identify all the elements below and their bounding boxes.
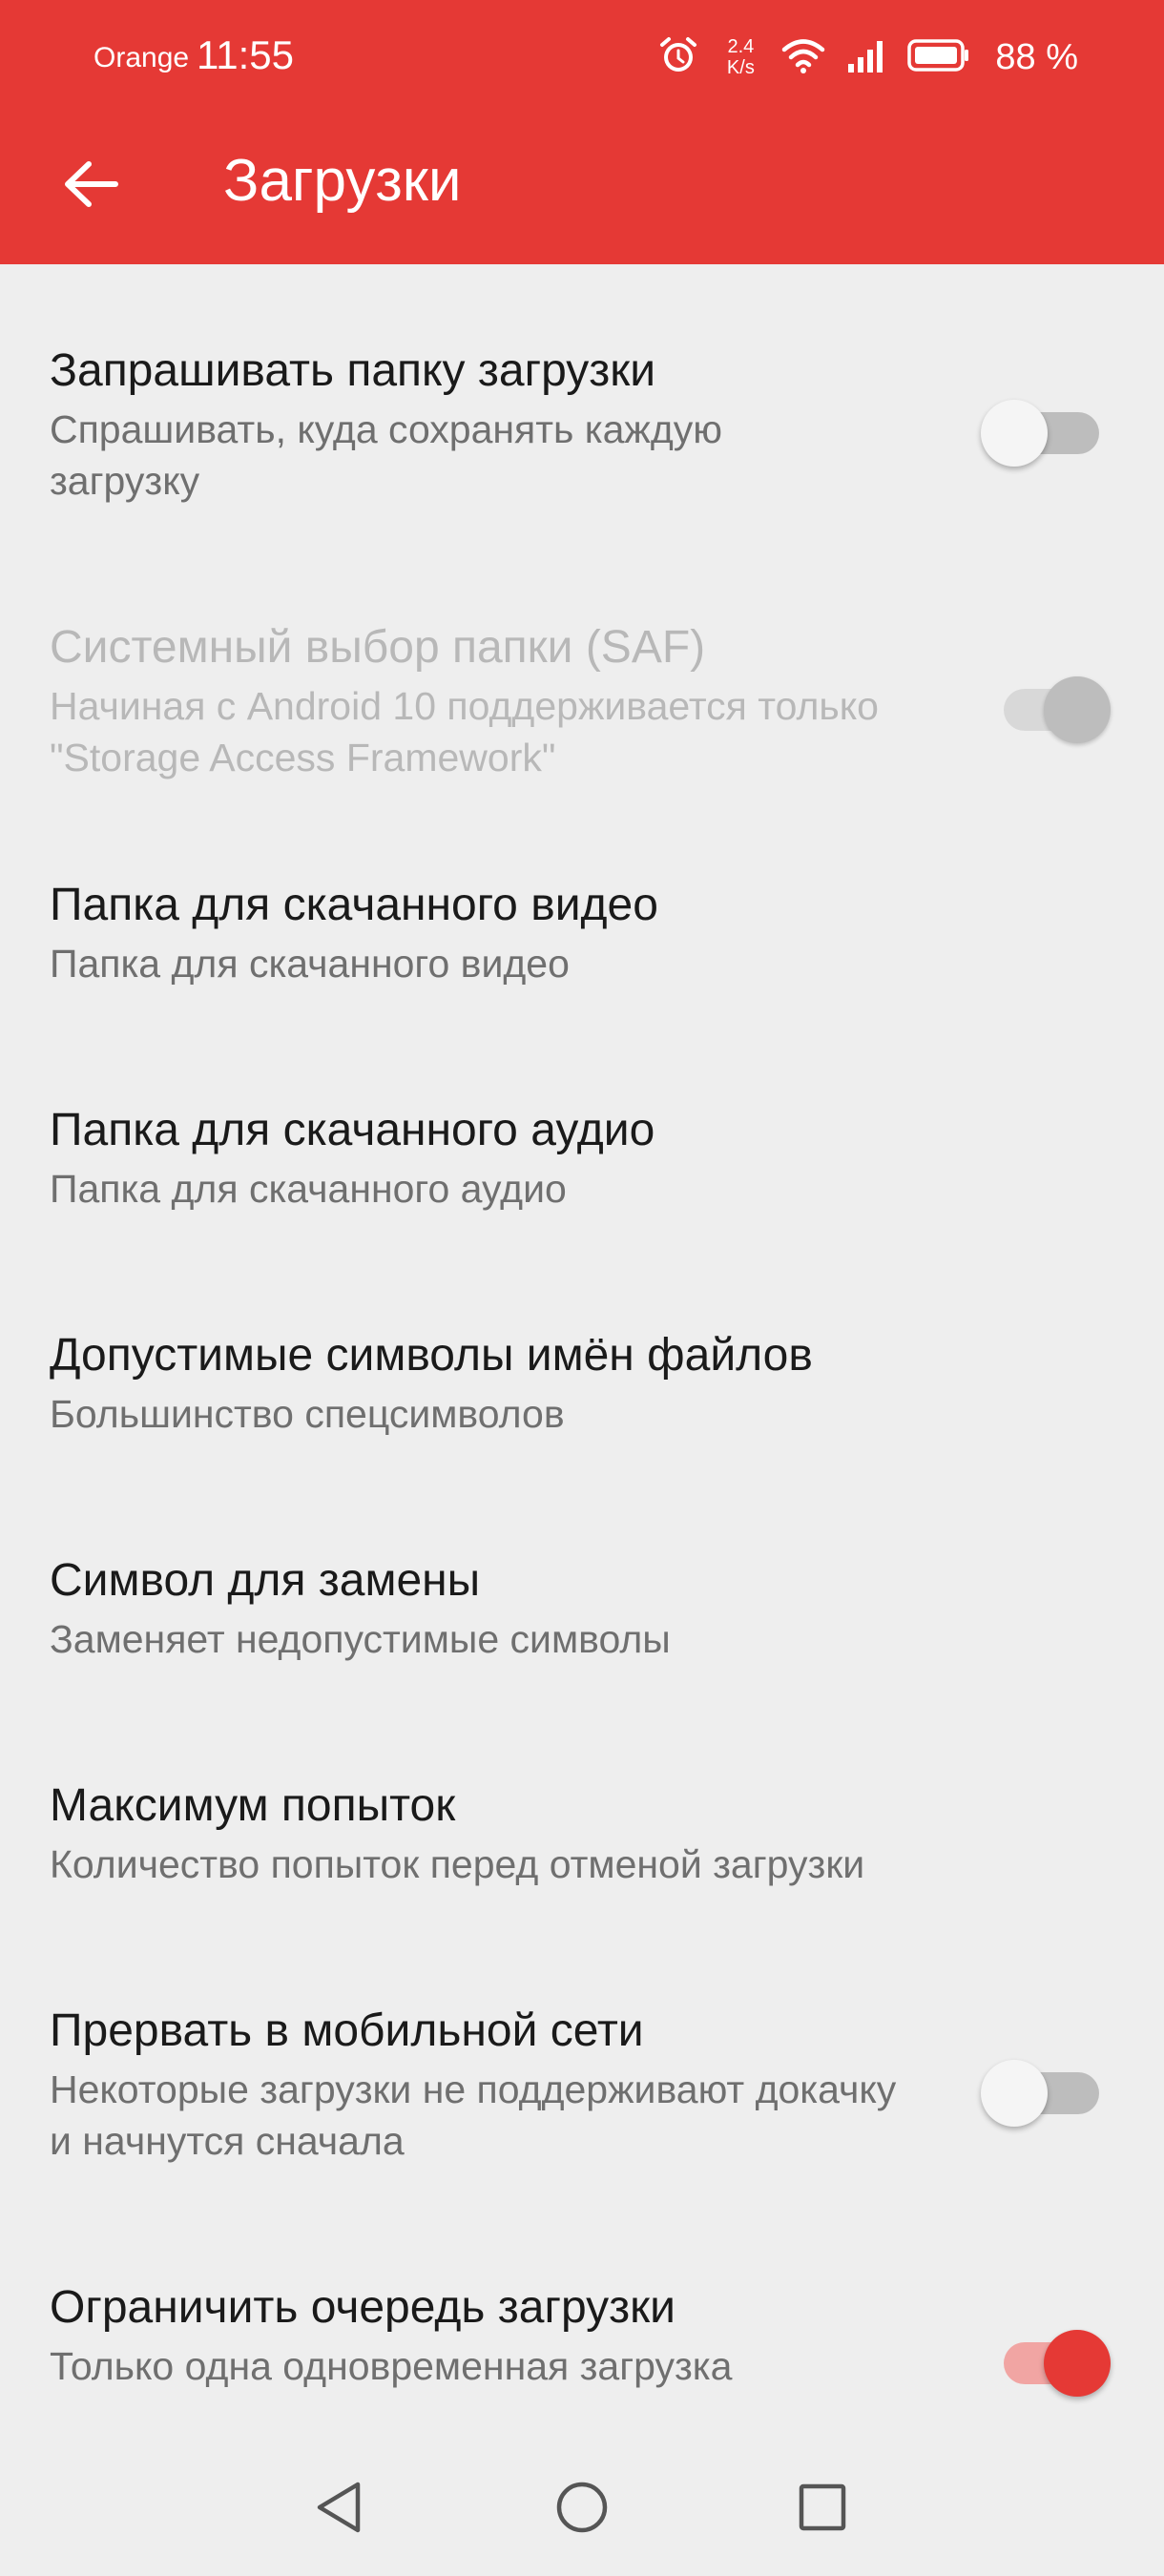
status-icons: 2.4 K/s 88 % bbox=[657, 29, 1078, 86]
back-button[interactable] bbox=[48, 143, 134, 229]
saf-switch bbox=[1002, 676, 1111, 743]
setting-ask-download-folder[interactable]: Запрашивать папку загрузки Спрашивать, к… bbox=[0, 312, 1164, 503]
signal-icon bbox=[846, 37, 886, 78]
setting-summary: Большинство спецсимволов bbox=[50, 1392, 565, 1436]
setting-audio-folder[interactable]: Папка для скачанного аудио Папка для ска… bbox=[0, 1091, 1164, 1281]
setting-summary: Некоторые загрузки не поддерживают докач… bbox=[50, 2067, 897, 2163]
setting-title: Запрашивать папку загрузки bbox=[50, 345, 656, 396]
setting-summary: Только одна одновременная загрузка bbox=[50, 2344, 733, 2388]
setting-summary: Начиная с Android 10 поддерживается толь… bbox=[50, 684, 879, 779]
setting-title: Допустимые символы имён файлов bbox=[50, 1330, 813, 1381]
nav-recents-button[interactable] bbox=[779, 2471, 865, 2547]
setting-title: Папка для скачанного видео bbox=[50, 880, 658, 930]
alarm-icon bbox=[657, 34, 699, 81]
battery-percent: 88 % bbox=[995, 36, 1078, 77]
app-bar: Загрузки bbox=[0, 114, 1164, 264]
setting-title: Прервать в мобильной сети bbox=[50, 2005, 644, 2056]
system-nav-bar bbox=[0, 2442, 1164, 2576]
setting-summary: Заменяет недопустимые символы bbox=[50, 1617, 671, 1661]
setting-limit-queue[interactable]: Ограничить очередь загрузки Только одна … bbox=[0, 2268, 1164, 2459]
nav-home-button[interactable] bbox=[539, 2471, 625, 2547]
page-title: Загрузки bbox=[223, 148, 462, 214]
switch-thumb bbox=[1044, 676, 1111, 743]
ask-folder-switch[interactable] bbox=[981, 400, 1107, 467]
switch-thumb bbox=[1044, 2330, 1111, 2397]
setting-summary: Папка для скачанного видео bbox=[50, 942, 570, 986]
status-bar: Orange 11:55 2.4 K/s 88 % bbox=[0, 0, 1164, 114]
setting-title: Символ для замены bbox=[50, 1555, 481, 1606]
setting-summary: Папка для скачанного аудио bbox=[50, 1167, 567, 1211]
battery-icon bbox=[907, 38, 970, 77]
setting-summary: Количество попыток перед отменой загрузк… bbox=[50, 1842, 865, 1886]
limit-queue-switch[interactable] bbox=[1002, 2330, 1111, 2397]
home-circle-icon bbox=[553, 2479, 611, 2541]
switch-thumb bbox=[981, 2060, 1048, 2127]
back-triangle-icon bbox=[312, 2479, 365, 2541]
setting-title: Системный выбор папки (SAF) bbox=[50, 622, 706, 673]
setting-summary: Спрашивать, куда сохранять каждую загруз… bbox=[50, 407, 723, 503]
wifi-icon bbox=[781, 36, 825, 79]
setting-filename-chars[interactable]: Допустимые символы имён файлов Большинст… bbox=[0, 1316, 1164, 1506]
setting-saf-picker: Системный выбор папки (SAF) Начиная с An… bbox=[0, 589, 1164, 779]
setting-title: Максимум попыток bbox=[50, 1780, 456, 1831]
setting-pause-on-mobile[interactable]: Прервать в мобильной сети Некоторые загр… bbox=[0, 1991, 1164, 2211]
recents-square-icon bbox=[796, 2481, 849, 2539]
setting-title: Ограничить очередь загрузки bbox=[50, 2282, 676, 2333]
switch-thumb bbox=[981, 400, 1048, 467]
setting-replacement-char[interactable]: Символ для замены Заменяет недопустимые … bbox=[0, 1541, 1164, 1732]
setting-video-folder[interactable]: Папка для скачанного видео Папка для ска… bbox=[0, 865, 1164, 1056]
setting-max-retries[interactable]: Максимум попыток Количество попыток пере… bbox=[0, 1766, 1164, 1957]
pause-mobile-switch[interactable] bbox=[981, 2060, 1107, 2127]
setting-title: Папка для скачанного аудио bbox=[50, 1105, 655, 1155]
carrier-label: Orange bbox=[94, 42, 190, 73]
clock: 11:55 bbox=[197, 32, 294, 77]
nav-back-button[interactable] bbox=[296, 2471, 382, 2547]
arrow-left-icon bbox=[62, 160, 119, 213]
net-speed: 2.4 K/s bbox=[726, 36, 755, 78]
